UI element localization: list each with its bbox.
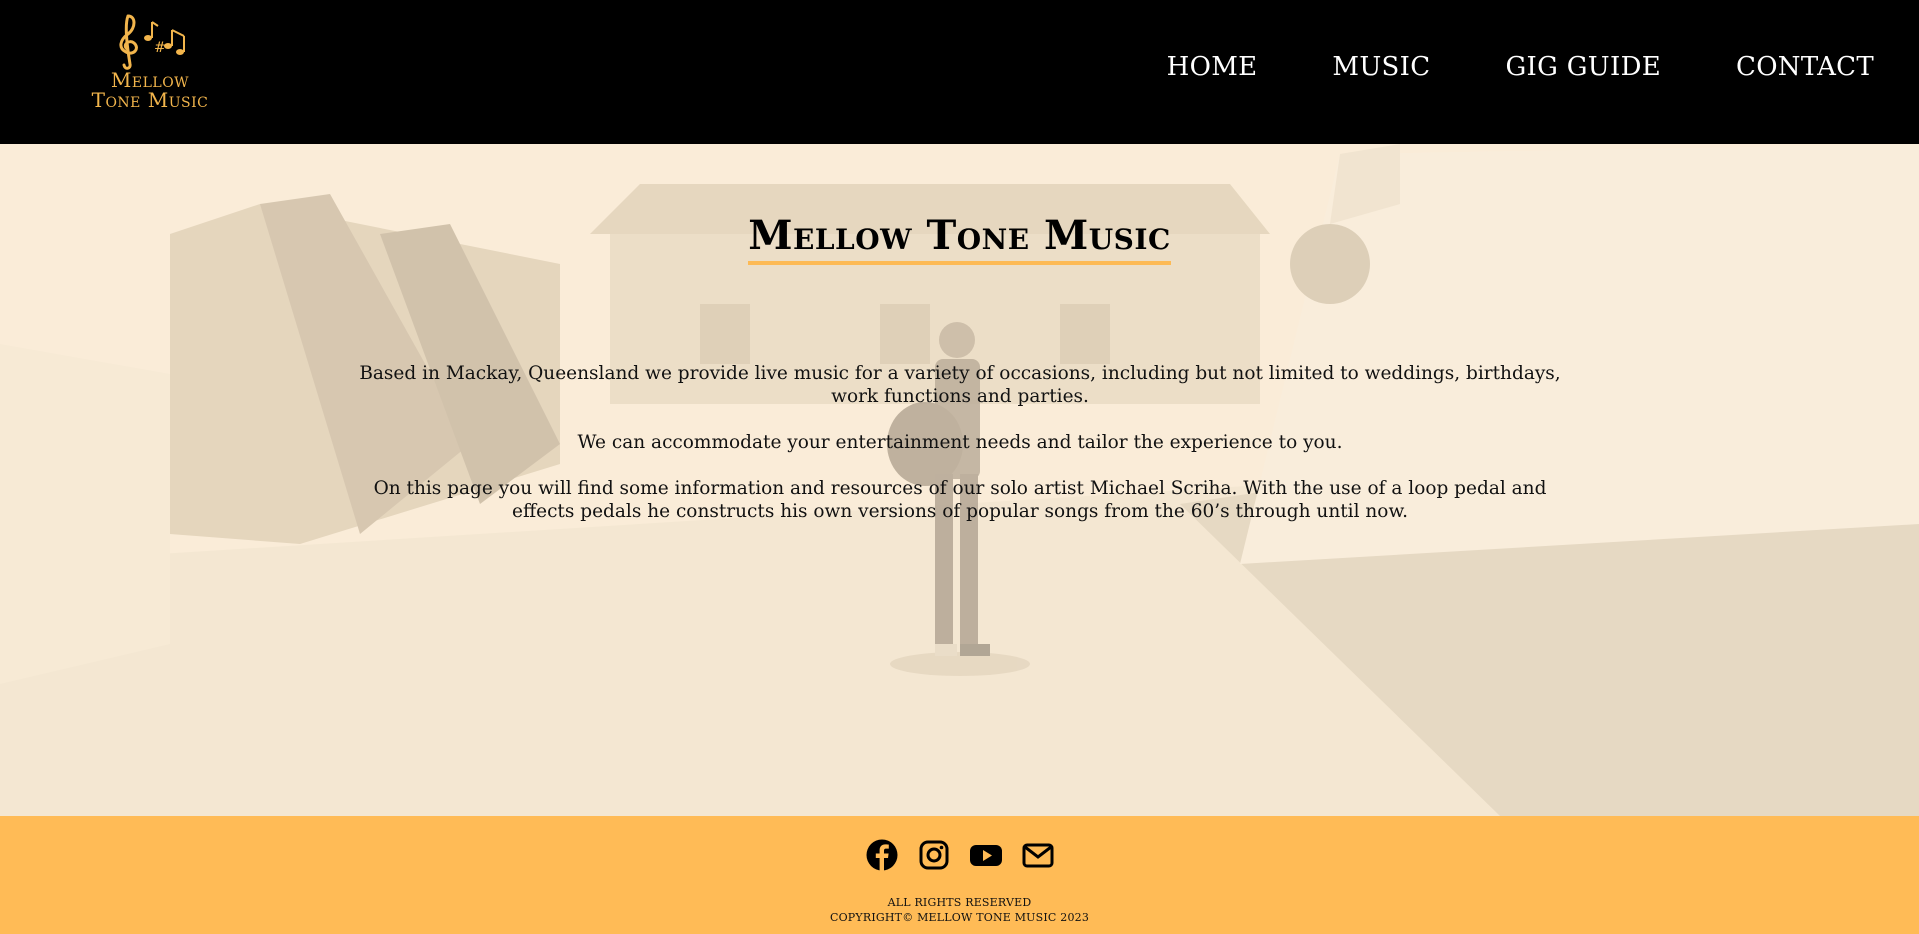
- all-rights-text: ALL RIGHTS RESERVED: [887, 896, 1032, 909]
- intro-paragraph-2: We can accommodate your entertainment ne…: [577, 432, 1343, 453]
- facebook-icon[interactable]: [865, 838, 899, 872]
- hero-intro-text: Based in Mackay, Queensland we provide l…: [340, 362, 1580, 546]
- social-links: [0, 838, 1919, 872]
- hero-section: Mellow Tone Music Based in Mackay, Queen…: [0, 144, 1919, 816]
- site-footer: ALL RIGHTS RESERVED COPYRIGHT© MELLOW TO…: [0, 816, 1919, 934]
- svg-text:#: #: [154, 40, 166, 56]
- page-title: Mellow Tone Music: [748, 212, 1171, 265]
- envelope-icon[interactable]: [1021, 838, 1055, 872]
- intro-paragraph-3: On this page you will find some informat…: [373, 478, 1547, 522]
- logo[interactable]: # Mellow Tone Music: [80, 12, 220, 122]
- nav-home[interactable]: HOME: [1167, 52, 1258, 82]
- site-header: # Mellow Tone Music HOME MUSIC GIG GUIDE…: [0, 0, 1919, 144]
- logo-text-line1: Mellow: [110, 68, 190, 92]
- main-nav: HOME MUSIC GIG GUIDE CONTACT: [1092, 52, 1874, 82]
- intro-paragraph-1: Based in Mackay, Queensland we provide l…: [359, 363, 1561, 407]
- nav-contact[interactable]: CONTACT: [1736, 52, 1874, 82]
- copyright-text: COPYRIGHT© MELLOW TONE MUSIC 2023: [829, 911, 1090, 924]
- nav-music[interactable]: MUSIC: [1332, 52, 1430, 82]
- nav-gig-guide[interactable]: GIG GUIDE: [1505, 52, 1661, 82]
- instagram-icon[interactable]: [917, 838, 951, 872]
- music-notes-logo-icon: #: [119, 14, 185, 70]
- youtube-icon[interactable]: [969, 838, 1003, 872]
- logo-text-line2: Tone Music: [91, 88, 209, 112]
